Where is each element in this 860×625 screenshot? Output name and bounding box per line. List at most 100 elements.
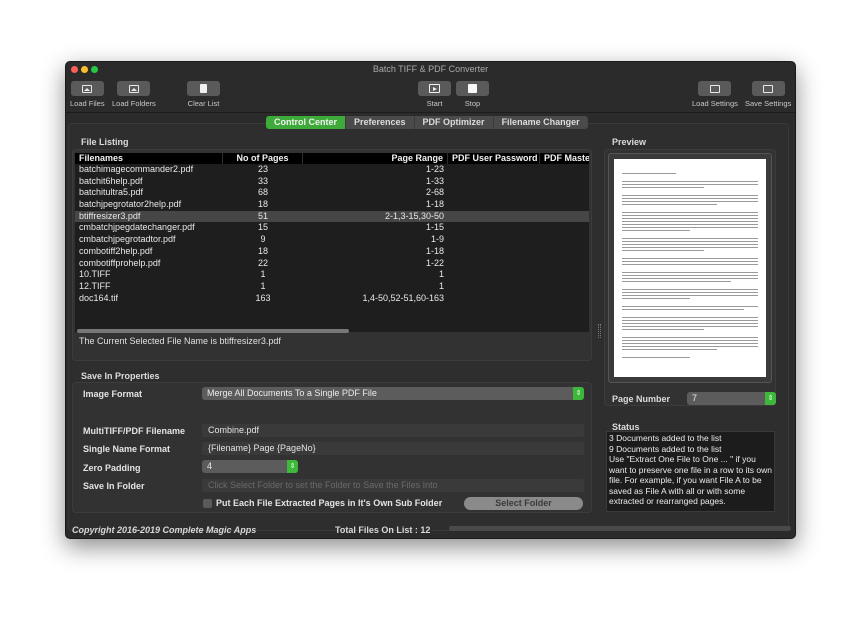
start-button[interactable]: Start [418,81,451,108]
preview-text-line [622,271,758,274]
subfolder-checkbox-label[interactable]: Put Each File Extracted Pages in It's Ow… [216,498,442,508]
preview-paragraph-gap [622,301,758,305]
preview-text-line [622,319,758,322]
load-folders-button[interactable]: Load Folders [112,81,156,108]
cell-user-password [448,293,540,305]
image-format-select[interactable]: Merge All Documents To a Single PDF File… [202,387,584,400]
zero-padding-select[interactable]: 4 ⇕ [202,460,298,473]
stop-button[interactable]: Stop [456,81,489,108]
cell-master-password [540,199,589,211]
cell-master-password [540,164,589,176]
progress-bar [449,526,791,531]
close-window-button[interactable] [71,66,78,73]
tab-pdf-optimizer[interactable]: PDF Optimizer [415,116,494,129]
preview-text-line [622,342,758,345]
maximize-window-button[interactable] [91,66,98,73]
cell-master-password [540,187,589,199]
preview-paragraph-gap [622,233,758,237]
status-log[interactable]: 3 Documents added to the list 9 Document… [606,431,775,512]
preview-text-line [622,339,758,342]
table-row[interactable]: batchimagecommander2.pdf 23 1-23 [75,164,589,176]
preview-paragraph-gap [622,267,758,271]
preview-paragraph-gap [622,352,758,356]
subfolder-checkbox[interactable] [203,499,212,508]
clear-list-button[interactable]: Clear List [187,81,220,108]
table-row[interactable]: cmbatchjpegrotadtor.pdf 9 1-9 [75,234,589,246]
cell-filename: batchjpegrotator2help.pdf [79,199,182,210]
table-row[interactable]: combotiffprohelp.pdf 22 1-22 [75,258,589,270]
cell-master-password [540,234,589,246]
total-files-text: Total Files On List : 12 [335,525,431,535]
table-row[interactable]: cmbatchjpegdatechanger.pdf 15 1-15 [75,222,589,234]
preview-text-line [622,322,758,325]
preview-paragraph-gap [622,253,758,257]
cell-filename: 10.TIFF [79,269,111,280]
preview-text-line [622,180,758,183]
cell-page-range: 1-23 [425,164,444,174]
tab-control-center[interactable]: Control Center [266,116,346,129]
tab-preferences[interactable]: Preferences [346,116,415,129]
table-row[interactable]: 12.TIFF 1 1 [75,281,589,293]
file-table[interactable]: Filenames No of Pages Page Range PDF Use… [75,153,589,332]
table-row[interactable]: batchjpegrotator2help.pdf 18 1-18 [75,199,589,211]
select-folder-button[interactable]: Select Folder [464,497,583,510]
tab-filename-changer[interactable]: Filename Changer [494,116,588,129]
preview-text-line [622,277,758,280]
preview-text-line [622,214,758,217]
cell-pages: 1 [260,269,266,280]
column-header-master-password[interactable]: PDF Master I [540,153,589,164]
start-label: Start [426,99,443,108]
save-folder-label: Save In Folder [83,481,145,491]
table-row[interactable]: batchitultra5.pdf 68 2-68 [75,187,589,199]
stepper-arrows-icon[interactable]: ⇕ [765,392,776,405]
table-row[interactable]: doc164.tif 163 1,4-50,52-51,60-163 [75,293,589,305]
preview-paragraph-gap [622,284,758,288]
preview-paragraph-gap [622,332,758,336]
preview-paragraph-gap [622,312,758,316]
table-body: batchimagecommander2.pdf 23 1-23 batchit6he… [75,164,589,304]
table-row[interactable]: btiffresizer3.pdf 51 2-1,3-15,30-50 [75,210,589,223]
preview-text-line [622,246,758,249]
table-row[interactable]: batchit6help.pdf 33 1-33 [75,176,589,188]
column-header-pages[interactable]: No of Pages [223,153,303,164]
copyright-text: Copyright 2016-2019 Complete Magic Apps [72,525,257,535]
preview-text-line [622,183,758,186]
stop-icon [468,84,477,93]
load-files-button[interactable]: Load Files [70,81,105,108]
cell-user-password [448,222,540,234]
single-name-format-input[interactable]: {Filename} Page {PageNo} [202,442,584,455]
minimize-window-button[interactable] [81,66,88,73]
column-header-page-range[interactable]: Page Range [303,153,448,164]
preview-text-line [622,211,758,214]
preview-text-line [622,325,758,328]
column-header-filenames[interactable]: Filenames [75,153,223,164]
column-header-user-password[interactable]: PDF User Password [448,153,540,164]
load-settings-button[interactable]: Load Settings [692,81,738,108]
page-number-stepper[interactable]: 7 ⇕ [687,392,776,405]
cell-pages: 22 [257,257,268,268]
preview-image-frame [608,153,772,383]
cell-filename: 12.TIFF [79,280,111,291]
split-view-handle[interactable] [598,324,601,338]
page-number-value: 7 [692,393,698,403]
save-settings-button[interactable]: Save Settings [745,81,791,108]
save-folder-input[interactable]: Click Select Folder to set the Folder to… [202,479,584,492]
preview-paragraph-gap [622,176,758,180]
table-row[interactable]: combotiff2help.pdf 18 1-18 [75,246,589,258]
horizontal-scrollbar[interactable] [77,329,349,333]
cell-master-password [540,176,589,188]
preview-text-line [622,197,758,200]
multi-filename-input[interactable]: Combine.pdf [202,424,584,437]
cell-pages: 68 [257,187,268,198]
cell-user-password [448,199,540,211]
cell-master-password [540,293,589,305]
cell-page-range: 1 [438,269,444,280]
chevron-updown-icon: ⇕ [573,387,584,400]
image-format-value: Merge All Documents To a Single PDF File [207,388,377,398]
preview-text-line [622,274,758,277]
cell-page-range: 1-18 [425,245,444,256]
cell-master-password [540,246,589,258]
table-row[interactable]: 10.TIFF 1 1 [75,269,589,281]
toolbar-divider [66,112,795,113]
cell-master-password [540,269,589,281]
